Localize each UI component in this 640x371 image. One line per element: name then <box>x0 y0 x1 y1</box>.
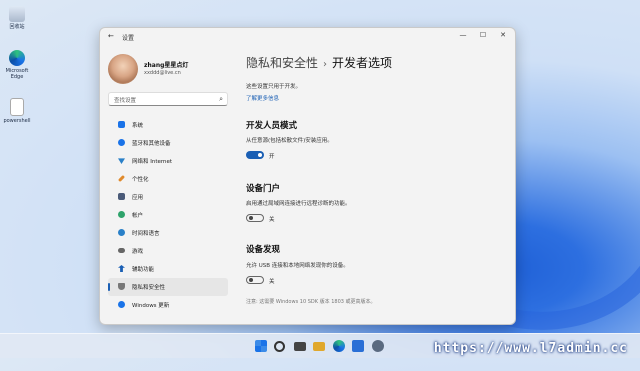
search-icon[interactable] <box>274 341 285 352</box>
device-portal-toggle-label: 关 <box>269 217 275 223</box>
sidebar-item-label: 帐户 <box>132 213 144 219</box>
sidebar-item-label: 个性化 <box>132 177 149 183</box>
device-discovery-toggle[interactable] <box>246 276 264 284</box>
intro-text: 这些设置只用于开发。 <box>246 84 302 90</box>
device-portal-desc: 启用通过局域网连接进行远程诊断的功能。 <box>246 201 351 207</box>
sidebar-item-network[interactable]: 网络和 Internet <box>108 152 228 170</box>
clock-icon <box>118 229 125 236</box>
chevron-right-icon: › <box>323 59 328 70</box>
sidebar-item-label: 蓝牙和其他设备 <box>132 141 171 147</box>
watermark: https://www.l7admin.cc <box>433 341 628 356</box>
sidebar-item-bluetooth[interactable]: 蓝牙和其他设备 <box>108 134 228 152</box>
back-button[interactable]: ← <box>108 32 114 40</box>
recycle-bin-icon <box>9 6 25 22</box>
device-portal-toggle[interactable] <box>246 214 264 222</box>
device-portal-title: 设备门户 <box>246 184 281 194</box>
sidebar-item-label: 时间和语言 <box>132 231 160 237</box>
sidebar-item-label: 辅助功能 <box>132 267 155 273</box>
desktop-icon-edge[interactable]: Microsoft Edge <box>2 50 32 80</box>
title-bar: ← 设置 — ☐ ✕ <box>100 28 515 46</box>
sidebar-item-accessibility[interactable]: 辅助功能 <box>108 260 228 278</box>
user-email: xxddd@live.cn <box>144 70 181 76</box>
sidebar-item-system[interactable]: 系统 <box>108 116 228 134</box>
bluetooth-icon <box>118 139 125 146</box>
dev-mode-title: 开发人员模式 <box>246 121 298 131</box>
system-icon <box>118 121 125 128</box>
game-icon <box>118 248 125 253</box>
sidebar-nav: 系统 蓝牙和其他设备 网络和 Internet 个性化 应用 帐户 时间和语言 … <box>108 116 228 314</box>
sidebar-item-privacy-security[interactable]: 隐私和安全性 <box>108 278 228 296</box>
file-icon <box>10 98 24 116</box>
account-icon <box>118 211 125 218</box>
shield-icon <box>118 283 125 290</box>
breadcrumb-parent[interactable]: 隐私和安全性 <box>246 56 318 70</box>
sdk-note: 注意: 这需要 Windows 10 SDK 版本 1803 或更高版本。 <box>246 299 376 305</box>
sidebar-item-time-language[interactable]: 时间和语言 <box>108 224 228 242</box>
settings-window: ← 设置 — ☐ ✕ zhang星星点灯 xxddd@live.cn 查找设置 … <box>99 27 516 325</box>
network-icon <box>118 158 125 164</box>
search-placeholder: 查找设置 <box>114 98 137 104</box>
device-discovery-title: 设备发现 <box>246 245 281 255</box>
dev-mode-desc: 从任意源(包括松散文件)安装应用。 <box>246 138 333 144</box>
apps-icon <box>118 193 125 200</box>
store-icon[interactable] <box>352 340 364 352</box>
avatar[interactable] <box>108 54 138 84</box>
sidebar-item-accounts[interactable]: 帐户 <box>108 206 228 224</box>
sidebar-item-label: 网络和 Internet <box>132 159 173 165</box>
update-icon <box>118 301 125 308</box>
search-input[interactable]: 查找设置 ⌕ <box>108 92 228 106</box>
accessibility-icon <box>118 265 125 272</box>
learn-more-link[interactable]: 了解更多信息 <box>246 94 279 102</box>
device-discovery-desc: 允许 USB 连接和本地网络发现你的设备。 <box>246 263 349 269</box>
desktop-icon-recycle-bin[interactable]: 回收站 <box>2 6 32 30</box>
desktop-icon-label: powershell <box>3 118 31 124</box>
window-title: 设置 <box>122 35 135 42</box>
desktop-icon-label: 回收站 <box>9 24 25 30</box>
dev-mode-toggle-label: 开 <box>269 154 275 160</box>
sidebar-item-label: Windows 更新 <box>132 303 170 309</box>
breadcrumb: 隐私和安全性 › 开发者选项 <box>246 54 392 71</box>
brush-icon <box>117 174 126 183</box>
sidebar-item-windows-update[interactable]: Windows 更新 <box>108 296 228 314</box>
sidebar-item-label: 游戏 <box>132 249 144 255</box>
dev-mode-toggle[interactable] <box>246 151 264 159</box>
user-name: zhang星星点灯 <box>144 62 189 69</box>
sidebar-item-label: 隐私和安全性 <box>132 285 166 291</box>
minimize-button[interactable]: — <box>456 31 470 39</box>
sidebar-item-label: 应用 <box>132 195 144 201</box>
file-explorer-icon[interactable] <box>313 342 325 351</box>
device-discovery-toggle-label: 关 <box>269 279 275 285</box>
taskbar: https://www.l7admin.cc <box>0 333 640 358</box>
page-title: 开发者选项 <box>332 56 393 70</box>
maximize-button[interactable]: ☐ <box>476 31 490 39</box>
close-button[interactable]: ✕ <box>496 31 510 39</box>
start-icon[interactable] <box>255 340 267 352</box>
task-view-icon[interactable] <box>294 342 306 351</box>
desktop-icon-label: Microsoft Edge <box>5 68 29 80</box>
edge-icon <box>9 50 25 66</box>
sidebar-item-label: 系统 <box>132 123 144 129</box>
sidebar-item-gaming[interactable]: 游戏 <box>108 242 228 260</box>
sidebar-item-personalization[interactable]: 个性化 <box>108 170 228 188</box>
settings-icon[interactable] <box>372 340 384 352</box>
edge-icon[interactable] <box>333 340 345 352</box>
search-icon: ⌕ <box>219 95 223 103</box>
desktop-icon-powershell[interactable]: powershell <box>2 98 32 124</box>
sidebar-item-apps[interactable]: 应用 <box>108 188 228 206</box>
